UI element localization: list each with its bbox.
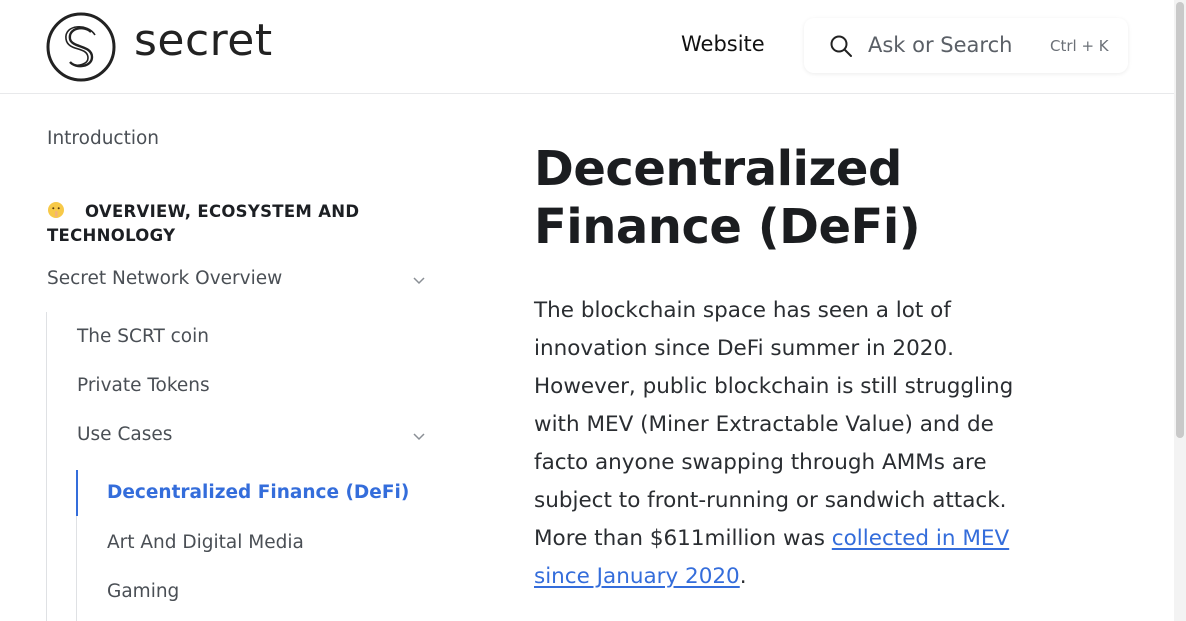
section-title-text: OVERVIEW, ECOSYSTEM AND TECHNOLOGY [47,202,360,245]
secret-logo-icon [46,12,116,82]
sidebar-section-title: OVERVIEW, ECOSYSTEM AND TECHNOLOGY [47,200,377,248]
search-icon [830,35,852,57]
sidebar-nav: Introduction OVERVIEW, ECOSYSTEM AND TEC… [0,94,470,621]
page-title: Decentralized Finance (DeFi) [534,141,921,255]
tree-guide-line [46,312,47,621]
sidebar-item-use-cases[interactable]: Use Cases [77,424,172,445]
sidebar-item-scrt-coin[interactable]: The SCRT coin [77,326,209,347]
search-shortcut: Ctrl + K [1050,37,1109,55]
page-scrollbar[interactable] [1174,0,1186,621]
paragraph-text: The blockchain space has seen a lot of i… [534,298,1014,551]
secret-logo[interactable]: secret [46,12,273,82]
sidebar-item-defi[interactable]: Decentralized Finance (DeFi) [107,482,409,503]
sidebar-item-network-overview[interactable]: Secret Network Overview [47,268,282,289]
sidebar-item-private-tokens[interactable]: Private Tokens [77,375,210,396]
sidebar-item-art-digital-media[interactable]: Art And Digital Media [107,532,304,553]
paragraph-end: . [739,564,747,589]
scrollbar-thumb[interactable] [1176,2,1184,438]
main-content: Decentralized Finance (DeFi) The blockch… [534,140,1034,596]
search-box[interactable]: Ctrl + K [804,18,1128,73]
sidebar-item-introduction[interactable]: Introduction [47,128,159,149]
active-indicator [76,470,78,516]
shushing-face-icon [48,202,64,218]
sidebar-item-gaming[interactable]: Gaming [107,581,179,602]
chevron-down-icon[interactable] [411,428,427,444]
intro-paragraph: The blockchain space has seen a lot of i… [534,292,1034,596]
nav-website-link[interactable]: Website [681,32,765,56]
logo-text: secret [134,15,273,66]
chevron-down-icon[interactable] [411,272,427,288]
top-header: secret Website Ctrl + K [0,0,1174,94]
search-input[interactable] [868,31,1038,59]
